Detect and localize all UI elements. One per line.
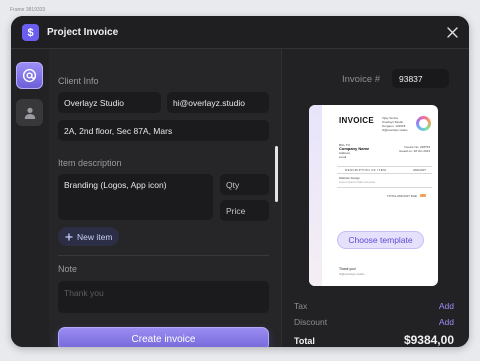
preview-total-label: TOTAL AMOUNT DUE [387, 194, 418, 198]
preview-issued: Issued on: 28 Oct 2023 [399, 149, 431, 153]
preview-from-line: hi@overlayz.studio [382, 128, 408, 132]
new-item-button[interactable]: New item [58, 227, 120, 246]
scrollbar[interactable] [275, 146, 278, 202]
preview-from: Vijay Verma Overlayz Studio Gurgaon, 122… [382, 116, 407, 132]
preview-row: Website Design Lorem ipsum dolor sit ame… [339, 176, 375, 184]
preview-thanks: Thank you! [339, 267, 356, 271]
dollar-icon: $ [22, 24, 39, 41]
total-label: Total [294, 336, 315, 346]
title-bar: $ Project Invoice [11, 16, 469, 49]
client-info-label: Client Info [58, 76, 99, 86]
preview-meta: Invoice No: 238763 Issued on: 28 Oct 202… [399, 145, 430, 153]
qty-field[interactable]: Qty [220, 174, 269, 195]
invoice-number-field[interactable]: 93837 [392, 69, 449, 88]
item-description-field[interactable]: Branding (Logos, App icon) [58, 174, 213, 220]
client-name-field[interactable]: Overlayz Studio [58, 92, 161, 113]
invoice-window: $ Project Invoice Client Info Overlayz S… [11, 16, 469, 347]
total-row: Total $9384,00 [294, 333, 454, 347]
preview-rule [337, 173, 432, 174]
note-field[interactable]: Thank you [58, 281, 269, 313]
sidebar [11, 49, 49, 347]
preview-footer: hi@overlayz.studio [339, 272, 365, 276]
discount-row: Discount Add [294, 317, 454, 327]
create-invoice-button[interactable]: Create invoice [58, 327, 269, 347]
preview-side-strip [309, 105, 322, 286]
close-button[interactable] [445, 25, 459, 39]
preview-title: INVOICE [339, 116, 374, 125]
preview-rule [337, 187, 432, 188]
preview-total-amount-bar [420, 194, 426, 197]
add-discount-link[interactable]: Add [439, 317, 454, 327]
item-description-label: Item description [58, 158, 122, 168]
preview-rule [337, 166, 432, 167]
sidebar-item-client[interactable] [16, 62, 43, 89]
invoice-preview[interactable]: INVOICE Vijay Verma Overlayz Studio Gurg… [309, 105, 438, 286]
user-icon [24, 107, 35, 119]
discount-label: Discount [294, 317, 328, 327]
tax-row: Tax Add [294, 301, 454, 311]
price-field[interactable]: Price [220, 200, 269, 221]
preview-amount-header: AMOUNT [413, 168, 426, 172]
total-value: $9384,00 [403, 333, 454, 347]
frame-label: Frame 3819333 [10, 7, 46, 13]
preview-bill-to-email: email [339, 155, 347, 159]
invoice-form: Client Info Overlayz Studio hi@overlayz.… [58, 49, 280, 347]
client-address-field[interactable]: 2A, 2nd floor, Sec 87A, Mars [58, 120, 269, 141]
choose-template-button[interactable]: Choose template [337, 231, 424, 249]
note-label: Note [58, 264, 78, 274]
plus-icon [65, 233, 73, 240]
preview-logo [416, 116, 431, 131]
preview-bill-to: BILL TO Company Name Address email [339, 143, 369, 159]
window-title: Project Invoice [47, 27, 119, 38]
sidebar-item-user[interactable] [16, 99, 43, 126]
preview-row-detail: Lorem ipsum dolor sit amet [339, 180, 376, 184]
at-icon [22, 68, 37, 83]
divider [58, 255, 269, 256]
invoice-number-label: Invoice # [342, 74, 381, 85]
new-item-label: New item [77, 231, 113, 242]
close-icon [446, 26, 458, 38]
preview-desc-header: DESCRIPTION OF ITEM [345, 168, 387, 172]
tax-label: Tax [294, 301, 308, 311]
invoice-preview-panel: Invoice # 93837 INVOICE Vijay Verma Over… [281, 49, 469, 347]
client-email-field[interactable]: hi@overlayz.studio [167, 92, 269, 113]
add-tax-link[interactable]: Add [439, 301, 454, 311]
